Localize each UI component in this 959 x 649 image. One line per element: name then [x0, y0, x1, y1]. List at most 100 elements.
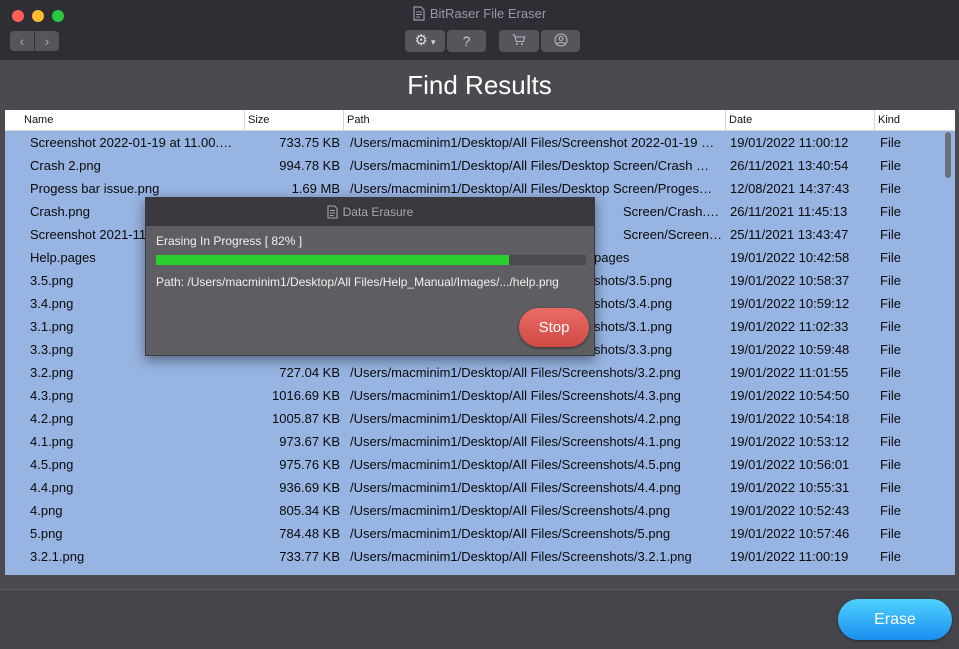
column-header-size[interactable]: Size: [244, 110, 344, 131]
cell-date: 26/11/2021 13:40:54: [730, 158, 849, 173]
cell-path: shots/3.3.png: [594, 342, 673, 357]
cell-path: /Users/macminim1/Desktop/All Files/Scree…: [350, 526, 671, 541]
table-row[interactable]: 4.3.png 1016.69 KB/Users/macminim1/Deskto…: [5, 384, 942, 407]
cell-kind: File: [880, 480, 901, 495]
cell-name: 3.2.png: [30, 365, 74, 380]
buy-button[interactable]: [499, 30, 539, 52]
cell-kind: File: [880, 549, 901, 564]
cell-path: /Users/macminim1/Desktop/All Files/Scree…: [350, 549, 692, 564]
cell-path: /Users/macminim1/Desktop/All Files/Deskt…: [350, 181, 712, 196]
cell-kind: File: [880, 273, 901, 288]
cell-name: 4.4.png: [30, 480, 74, 495]
cell-date: 25/11/2021 13:43:47: [730, 227, 849, 242]
cell-size: 784.48 KB: [279, 526, 340, 541]
erasure-progress-bar: [156, 255, 586, 265]
cell-date: 19/01/2022 10:59:12: [730, 296, 850, 311]
table-header: Name Size Path Date Kind: [5, 110, 955, 131]
cell-date: 26/11/2021 11:45:13: [730, 204, 848, 219]
cell-size: 936.69 KB: [279, 480, 340, 495]
cell-name: 4.1.png: [30, 434, 74, 449]
table-row[interactable]: 4.1.png 973.67 KB/Users/macminim1/Desktop…: [5, 430, 942, 453]
cell-date: 19/01/2022 10:55:31: [730, 480, 850, 495]
chevron-right-icon: ›: [44, 33, 50, 49]
cell-size: 994.78 KB: [279, 158, 340, 173]
column-header-kind[interactable]: Kind: [875, 110, 955, 131]
cell-path: shots/3.1.png: [594, 319, 673, 334]
cell-date: 19/01/2022 11:01:55: [730, 365, 849, 380]
erase-button[interactable]: Erase: [838, 599, 952, 640]
column-header-path[interactable]: Path: [344, 110, 726, 131]
cell-date: 19/01/2022 11:00:12: [730, 135, 849, 150]
column-header-name[interactable]: Name: [21, 110, 244, 131]
cell-kind: File: [880, 526, 901, 541]
cell-size: 1005.87 KB: [272, 411, 340, 426]
cell-name: 3.2.1.png: [30, 549, 85, 564]
cell-kind: File: [880, 227, 901, 242]
table-row[interactable]: 4.png 805.34 KB/Users/macminim1/Desktop/A…: [5, 499, 942, 522]
document-icon: [327, 201, 339, 229]
cell-size: 733.77 KB: [279, 549, 340, 564]
cell-name: 5.png: [30, 526, 63, 541]
table-scrollbar[interactable]: [945, 132, 951, 178]
cell-path: Screen/Screen…: [623, 227, 722, 242]
bottom-bar: [0, 589, 959, 649]
table-row[interactable]: 4.4.png 936.69 KB/Users/macminim1/Desktop…: [5, 476, 942, 499]
user-icon: [553, 32, 568, 49]
table-row[interactable]: Screenshot 2022-01-19 at 11.00.… 733.75 K…: [5, 131, 942, 154]
forward-button[interactable]: ›: [35, 31, 59, 51]
cell-path: /Users/macminim1/Desktop/All Files/Scree…: [350, 434, 681, 449]
stop-button[interactable]: Stop: [519, 308, 589, 347]
cell-name: 4.png: [30, 503, 63, 518]
cell-kind: File: [880, 457, 901, 472]
cell-size: 733.75 KB: [279, 135, 340, 150]
table-row[interactable]: 3.2.png 727.04 KB/Users/macminim1/Desktop…: [5, 361, 942, 384]
table-row[interactable]: Crash 2.png 994.78 KB/Users/macminim1/Des…: [5, 154, 942, 177]
cell-path: /Users/macminim1/Desktop/All Files/Scree…: [350, 135, 715, 150]
cell-date: 19/01/2022 10:59:48: [730, 342, 850, 357]
cell-date: 19/01/2022 10:42:58: [730, 250, 850, 265]
cell-path: Screen/Crash.…: [623, 204, 720, 219]
cart-icon: [512, 32, 526, 49]
cell-kind: File: [880, 365, 901, 380]
cell-date: 19/01/2022 10:58:37: [730, 273, 850, 288]
cell-path: pages: [594, 250, 630, 265]
cell-path: /Users/macminim1/Desktop/All Files/Scree…: [350, 388, 681, 403]
chevron-left-icon: ‹: [19, 33, 25, 49]
cell-path: /Users/macminim1/Desktop/All Files/Scree…: [350, 480, 681, 495]
cell-kind: File: [880, 319, 901, 334]
cell-name: Screenshot 2022-01-19 at 11.00.…: [30, 135, 233, 150]
cell-kind: File: [880, 342, 901, 357]
erasure-progress-fill: [156, 255, 509, 265]
settings-button[interactable]: ⚙ ▾: [405, 30, 445, 52]
help-button[interactable]: ?: [447, 30, 486, 52]
account-button[interactable]: [541, 30, 580, 52]
cell-size: 805.34 KB: [279, 503, 340, 518]
cell-name: 4.3.png: [30, 388, 74, 403]
erasure-status: Erasing In Progress [ 82% ]: [156, 234, 303, 248]
cell-date: 19/01/2022 11:02:33: [730, 319, 849, 334]
cell-date: 19/01/2022 10:52:43: [730, 503, 850, 518]
cell-path: /Users/macminim1/Desktop/All Files/Scree…: [350, 503, 671, 518]
cell-kind: File: [880, 503, 901, 518]
cell-size: 727.04 KB: [279, 365, 340, 380]
cell-kind: File: [880, 135, 901, 150]
back-button[interactable]: ‹: [10, 31, 34, 51]
table-row[interactable]: 3.2.1.png 733.77 KB/Users/macminim1/Deskt…: [5, 545, 942, 568]
column-header-date[interactable]: Date: [726, 110, 875, 131]
data-erasure-dialog: Data Erasure Erasing In Progress [ 82% ]…: [145, 197, 595, 356]
cell-kind: File: [880, 411, 901, 426]
cell-size: 975.76 KB: [279, 457, 340, 472]
cell-kind: File: [880, 158, 901, 173]
table-row[interactable]: 5.png 784.48 KB/Users/macminim1/Desktop/A…: [5, 522, 942, 545]
cell-date: 12/08/2021 14:37:43: [730, 181, 850, 196]
table-row[interactable]: 4.5.png 975.76 KB/Users/macminim1/Desktop…: [5, 453, 942, 476]
table-row[interactable]: 4.2.png 1005.87 KB/Users/macminim1/Deskto…: [5, 407, 942, 430]
cell-date: 19/01/2022 10:54:18: [730, 411, 850, 426]
cell-name: 4.2.png: [30, 411, 74, 426]
cell-path: /Users/macminim1/Desktop/All Files/Deskt…: [350, 158, 710, 173]
cell-kind: File: [880, 296, 901, 311]
cell-name: 4.5.png: [30, 457, 74, 472]
cell-size: 973.67 KB: [279, 434, 340, 449]
cell-size: 1016.69 KB: [272, 388, 340, 403]
cell-path: shots/3.5.png: [594, 273, 673, 288]
